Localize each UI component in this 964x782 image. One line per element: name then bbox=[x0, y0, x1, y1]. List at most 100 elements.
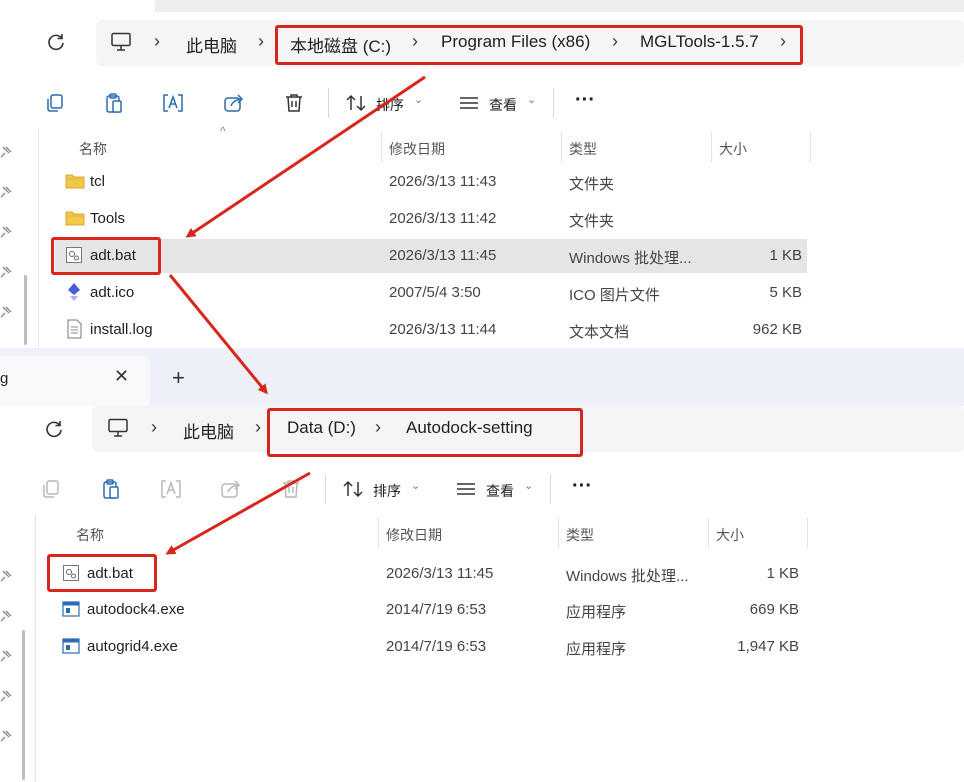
sort-ascending-icon: ^ bbox=[220, 124, 226, 138]
column-header-name[interactable]: 名称 bbox=[76, 525, 104, 545]
sort-button[interactable]: 排序 bbox=[376, 95, 404, 115]
toolbar-separator bbox=[328, 88, 329, 118]
ico-file-icon bbox=[68, 283, 80, 301]
this-pc-icon bbox=[111, 32, 131, 51]
file-type: 文件夹 bbox=[569, 213, 615, 230]
file-size: 5 KB bbox=[769, 284, 802, 301]
delete-icon[interactable] bbox=[280, 478, 302, 500]
file-date: 2026/3/13 11:42 bbox=[389, 210, 497, 227]
column-divider[interactable] bbox=[558, 518, 559, 548]
file-date: 2007/5/4 3:50 bbox=[389, 284, 481, 301]
chevron-down-icon: ⌄ bbox=[527, 94, 537, 106]
tab-autodock-setting[interactable]: g ✕ bbox=[0, 356, 150, 406]
sort-icon[interactable] bbox=[342, 478, 364, 500]
annotation-box-adt-bat-target bbox=[47, 554, 157, 592]
view-button[interactable]: 查看 bbox=[489, 95, 517, 115]
column-divider[interactable] bbox=[711, 132, 712, 162]
annotation-box-path-c bbox=[275, 25, 803, 65]
file-row[interactable]: install.log 2026/3/13 11:44 文本文档 962 KB bbox=[55, 313, 807, 347]
view-icon[interactable] bbox=[455, 478, 477, 500]
explorer-window-bottom: g ✕ + › 此电脑 › Data (D:) › Autodock-setti… bbox=[0, 348, 964, 782]
pin-icon bbox=[0, 146, 12, 158]
more-options-icon[interactable]: ··· bbox=[575, 89, 595, 112]
file-row[interactable]: autodock4.exe 2014/7/19 6:53 应用程序 669 KB bbox=[52, 593, 804, 627]
chevron-right-icon: › bbox=[151, 417, 157, 437]
column-header-name[interactable]: 名称 bbox=[79, 139, 107, 159]
file-row[interactable]: adt.ico 2007/5/4 3:50 ICO 图片文件 5 KB bbox=[55, 276, 807, 310]
delete-icon[interactable] bbox=[283, 92, 305, 114]
file-date: 2026/3/13 11:45 bbox=[389, 247, 497, 264]
rename-icon[interactable] bbox=[160, 478, 182, 500]
file-name: Tools bbox=[90, 210, 126, 227]
refresh-icon[interactable] bbox=[44, 419, 64, 439]
file-size: 962 KB bbox=[752, 321, 802, 338]
file-size: 669 KB bbox=[749, 601, 799, 618]
pin-icon bbox=[0, 186, 12, 198]
file-row[interactable]: autogrid4.exe 2014/7/19 6:53 应用程序 1,947 … bbox=[52, 630, 804, 664]
toolbar-separator bbox=[550, 474, 551, 504]
file-row[interactable]: adt.bat 2026/3/13 11:45 Windows 批处理... 1… bbox=[52, 557, 804, 591]
pin-icon bbox=[0, 226, 12, 238]
column-divider[interactable] bbox=[381, 132, 382, 162]
column-header-size[interactable]: 大小 bbox=[719, 139, 747, 159]
pin-icon bbox=[0, 266, 12, 278]
column-header-type[interactable]: 类型 bbox=[569, 139, 597, 159]
copy-icon[interactable] bbox=[44, 92, 66, 114]
share-icon[interactable] bbox=[220, 478, 242, 500]
copy-icon[interactable] bbox=[40, 478, 62, 500]
file-name: autodock4.exe bbox=[87, 601, 185, 618]
close-tab-icon[interactable]: ✕ bbox=[114, 366, 129, 387]
nav-scrollbar[interactable] bbox=[22, 630, 25, 780]
file-row[interactable]: tcl 2026/3/13 11:43 文件夹 bbox=[55, 165, 807, 199]
file-row[interactable]: Tools 2026/3/13 11:42 文件夹 bbox=[55, 202, 807, 236]
file-row-selected[interactable]: adt.bat 2026/3/13 11:45 Windows 批处理... 1… bbox=[55, 239, 807, 273]
file-size: 1,947 KB bbox=[737, 638, 799, 655]
chevron-down-icon: ⌄ bbox=[411, 480, 421, 492]
tab-title: g bbox=[0, 370, 9, 387]
folder-icon bbox=[65, 174, 85, 189]
nav-scrollbar[interactable] bbox=[24, 275, 27, 345]
column-header-size[interactable]: 大小 bbox=[716, 525, 744, 545]
title-strip bbox=[155, 0, 964, 12]
column-header-date[interactable]: 修改日期 bbox=[389, 139, 445, 159]
column-divider[interactable] bbox=[708, 518, 709, 548]
pin-icon bbox=[0, 730, 12, 742]
folder-icon bbox=[65, 211, 85, 226]
view-button[interactable]: 查看 bbox=[486, 481, 514, 501]
pin-icon bbox=[0, 650, 12, 662]
toolbar-separator bbox=[553, 88, 554, 118]
more-options-icon[interactable]: ··· bbox=[572, 475, 592, 498]
file-type: ICO 图片文件 bbox=[569, 287, 660, 304]
file-date: 2014/7/19 6:53 bbox=[386, 638, 487, 655]
chevron-right-icon: › bbox=[255, 417, 261, 437]
sort-button[interactable]: 排序 bbox=[373, 481, 401, 501]
column-divider[interactable] bbox=[807, 518, 808, 548]
paste-icon[interactable] bbox=[100, 478, 122, 500]
refresh-icon[interactable] bbox=[46, 32, 66, 52]
breadcrumb-this-pc[interactable]: 此电脑 bbox=[186, 32, 237, 57]
column-divider[interactable] bbox=[561, 132, 562, 162]
chevron-right-icon: › bbox=[154, 31, 160, 51]
column-header-type[interactable]: 类型 bbox=[566, 525, 594, 545]
chevron-down-icon: ⌄ bbox=[414, 94, 424, 106]
sort-icon[interactable] bbox=[345, 92, 367, 114]
chevron-down-icon: ⌄ bbox=[524, 480, 534, 492]
pin-icon bbox=[0, 570, 12, 582]
file-name: tcl bbox=[90, 173, 105, 190]
chevron-right-icon: › bbox=[258, 31, 264, 51]
view-icon[interactable] bbox=[458, 92, 480, 114]
file-size: 1 KB bbox=[769, 247, 802, 264]
column-divider[interactable] bbox=[378, 518, 379, 548]
annotation-box-adt-bat-source bbox=[51, 237, 161, 275]
new-tab-icon[interactable]: + bbox=[172, 365, 185, 391]
column-header-date[interactable]: 修改日期 bbox=[386, 525, 442, 545]
this-pc-icon bbox=[108, 418, 128, 437]
file-date: 2014/7/19 6:53 bbox=[386, 601, 487, 618]
breadcrumb-this-pc[interactable]: 此电脑 bbox=[183, 418, 234, 443]
text-file-icon bbox=[67, 319, 82, 339]
column-divider[interactable] bbox=[810, 132, 811, 162]
file-type: Windows 批处理... bbox=[569, 250, 692, 267]
paste-icon[interactable] bbox=[103, 92, 125, 114]
rename-icon[interactable] bbox=[162, 92, 184, 114]
share-icon[interactable] bbox=[223, 92, 245, 114]
